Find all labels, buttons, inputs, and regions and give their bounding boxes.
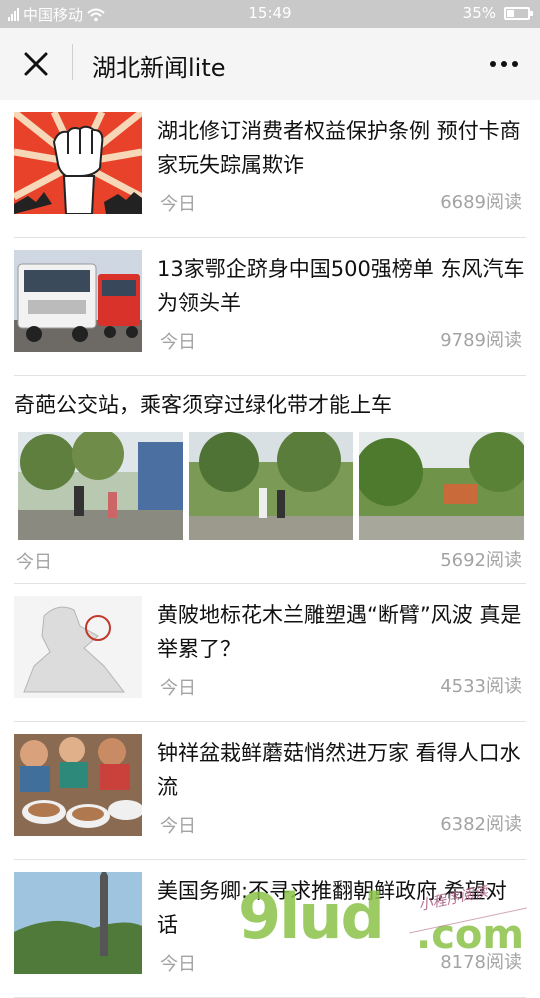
article-item[interactable]: 美国务卿:不寻求推翻朝鲜政府,希望对话 今日 8178阅读 — [14, 860, 526, 998]
page-title: 湖北新闻lite — [92, 54, 226, 82]
battery-percent: 35% — [462, 4, 496, 22]
status-bar: 中国移动 15:49 35% — [0, 0, 540, 28]
article-date: 今日 — [160, 332, 196, 353]
article-thumbnail-group — [18, 432, 525, 540]
article-title: 美国务卿:不寻求推翻朝鲜政府,希望对话 — [157, 879, 507, 937]
article-read-count: 8178阅读 — [440, 952, 522, 973]
article-title: 奇葩公交站，乘客须穿过绿化带才能上车 — [14, 393, 392, 417]
article-thumbnail — [18, 432, 183, 540]
header-divider — [72, 44, 73, 80]
article-date: 今日 — [160, 816, 196, 837]
article-date: 今日 — [160, 678, 196, 699]
article-date: 今日 — [160, 194, 196, 215]
article-read-count: 6689阅读 — [440, 192, 522, 213]
more-icon — [490, 61, 518, 67]
article-read-count: 6382阅读 — [440, 814, 522, 835]
article-item[interactable]: 奇葩公交站，乘客须穿过绿化带才能上车 今日 5692阅读 — [14, 376, 526, 584]
article-read-count: 9789阅读 — [440, 330, 522, 351]
article-thumbnail — [14, 112, 142, 214]
article-read-count: 5692阅读 — [440, 550, 522, 571]
article-item[interactable]: 湖北修订消费者权益保护条例 预付卡商家玩失踪属欺诈 今日 6689阅读 — [14, 100, 526, 238]
article-title: 13家鄂企跻身中国500强榜单 东风汽车为领头羊 — [157, 257, 525, 315]
article-thumbnail — [14, 596, 142, 698]
article-thumbnail — [359, 432, 525, 540]
article-title: 湖北修订消费者权益保护条例 预付卡商家玩失踪属欺诈 — [157, 119, 521, 177]
close-button[interactable] — [14, 46, 58, 82]
article-date: 今日 — [16, 552, 52, 573]
status-time: 15:49 — [248, 4, 292, 22]
article-title: 钟祥盆栽鲜蘑菇悄然进万家 看得人口水流 — [157, 741, 521, 799]
article-item[interactable]: 钟祥盆栽鲜蘑菇悄然进万家 看得人口水流 今日 6382阅读 — [14, 722, 526, 860]
more-button[interactable] — [484, 50, 524, 78]
article-thumbnail — [14, 872, 142, 974]
nav-header: 湖北新闻lite — [0, 28, 540, 100]
article-date: 今日 — [160, 954, 196, 975]
close-icon — [24, 52, 48, 76]
article-read-count: 4533阅读 — [440, 676, 522, 697]
article-list: 湖北修订消费者权益保护条例 预付卡商家玩失踪属欺诈 今日 6689阅读 13家鄂… — [0, 100, 540, 998]
article-item[interactable]: 13家鄂企跻身中国500强榜单 东风汽车为领头羊 今日 9789阅读 — [14, 238, 526, 376]
article-title: 黄陂地标花木兰雕塑遇“断臂”风波 真是举累了？ — [157, 603, 522, 661]
article-item[interactable]: 黄陂地标花木兰雕塑遇“断臂”风波 真是举累了？ 今日 4533阅读 — [14, 584, 526, 722]
article-thumbnail — [14, 734, 142, 836]
status-right: 35% — [462, 4, 533, 22]
battery-icon — [504, 6, 533, 20]
article-thumbnail — [14, 250, 142, 352]
article-thumbnail — [188, 432, 354, 540]
